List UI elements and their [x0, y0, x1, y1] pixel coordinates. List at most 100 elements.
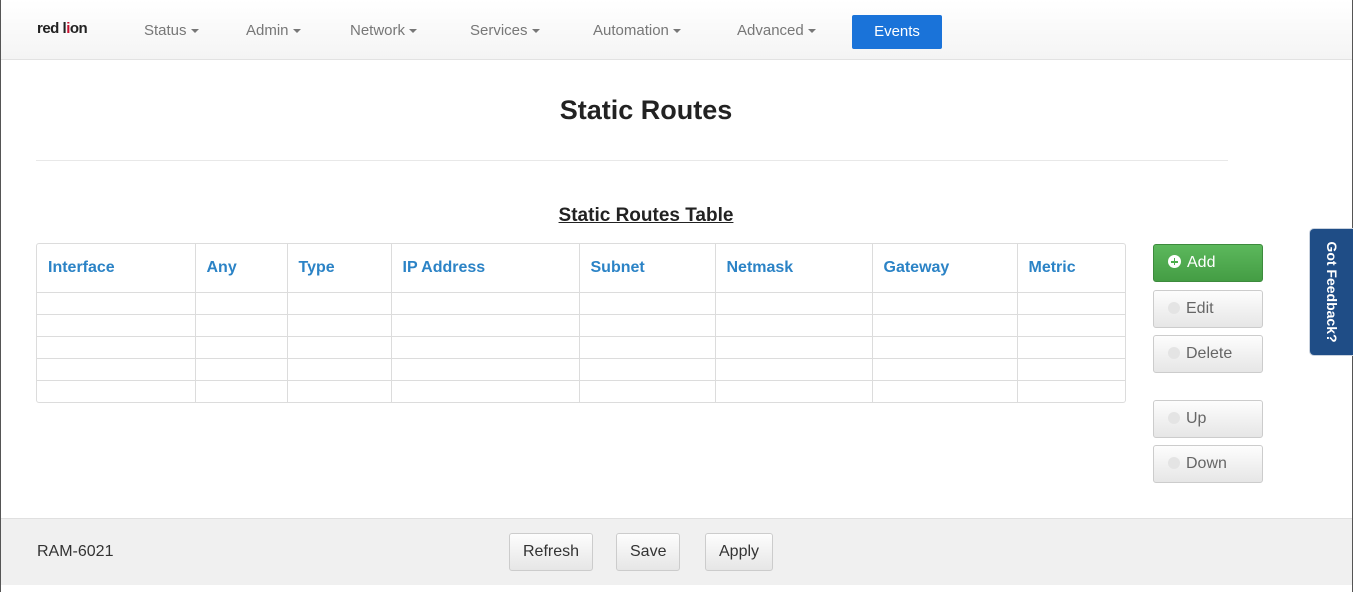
table-cell — [1017, 314, 1125, 337]
table-title: Static Routes Table — [558, 205, 734, 226]
save-button[interactable]: Save — [616, 533, 681, 571]
table-row[interactable] — [37, 336, 1125, 359]
table-cell — [579, 314, 716, 337]
table-cell — [715, 380, 873, 402]
table-cell — [1017, 380, 1125, 402]
nav-services-label: Services — [470, 22, 528, 39]
feedback-label: Got Feedback? — [1323, 241, 1340, 343]
table-cell — [1017, 336, 1125, 359]
nav-status-label: Status — [144, 22, 187, 39]
table-cell — [715, 292, 873, 315]
table-row[interactable] — [37, 292, 1125, 315]
table-cell — [579, 380, 716, 402]
table-cell — [391, 314, 580, 337]
table-cell — [37, 380, 196, 402]
table-cell — [579, 292, 716, 315]
table-cell — [715, 314, 873, 337]
edit-button-label: Edit — [1186, 300, 1214, 317]
table-cell — [391, 380, 580, 402]
nav-admin-menu[interactable]: Admin — [246, 22, 301, 39]
table-cell — [715, 336, 873, 359]
delete-button-label: Delete — [1186, 345, 1233, 362]
nav-admin-label: Admin — [246, 22, 289, 39]
up-circle-icon — [1168, 411, 1180, 424]
footer-bar: RAM-6021 Refresh Save Apply — [1, 518, 1352, 585]
nav-network-label: Network — [350, 22, 406, 39]
table-cell — [195, 336, 288, 359]
table-row[interactable] — [37, 314, 1125, 337]
table-cell — [287, 336, 392, 359]
static-routes-table: Interface Any Type IP Address Subnet Net… — [36, 243, 1126, 403]
delete-button[interactable]: Delete — [1153, 335, 1263, 373]
table-cell — [195, 292, 288, 315]
chevron-down-icon — [292, 29, 301, 34]
table-row[interactable] — [37, 380, 1125, 402]
chevron-down-icon — [190, 29, 199, 34]
table-cell — [391, 336, 580, 359]
column-header-metric[interactable]: Metric — [1017, 244, 1125, 293]
table-cell — [287, 358, 392, 381]
column-header-ip-address[interactable]: IP Address — [391, 244, 580, 293]
move-down-button[interactable]: Down — [1153, 445, 1263, 483]
table-cell — [287, 314, 392, 337]
chevron-down-icon — [672, 29, 681, 34]
chevron-down-icon — [807, 29, 816, 34]
nav-automation-label: Automation — [593, 22, 669, 39]
table-cell — [579, 358, 716, 381]
table-cell — [37, 358, 196, 381]
table-cell — [195, 314, 288, 337]
table-cell — [37, 314, 196, 337]
table-cell — [715, 358, 873, 381]
feedback-tab[interactable]: Got Feedback? — [1309, 228, 1353, 356]
nav-advanced-menu[interactable]: Advanced — [737, 22, 816, 39]
refresh-button[interactable]: Refresh — [509, 533, 594, 571]
add-button-label: Add — [1187, 254, 1216, 271]
table-cell — [872, 314, 1018, 337]
up-button-label: Up — [1186, 410, 1207, 427]
table-header-row: Interface Any Type IP Address Subnet Net… — [37, 244, 1125, 293]
nav-events-tab[interactable]: Events — [852, 15, 942, 49]
nav-status-menu[interactable]: Status — [144, 22, 199, 39]
table-cell — [872, 336, 1018, 359]
table-row[interactable] — [37, 358, 1125, 381]
edit-button[interactable]: Edit — [1153, 290, 1263, 328]
table-cell — [872, 292, 1018, 315]
table-cell — [195, 358, 288, 381]
column-header-any[interactable]: Any — [195, 244, 288, 293]
nav-services-menu[interactable]: Services — [470, 22, 540, 39]
redlion-logo[interactable]: red lion — [37, 20, 88, 37]
top-navbar: red lion Status Admin Network Services A… — [1, 0, 1352, 60]
chevron-down-icon — [409, 29, 418, 34]
nav-network-menu[interactable]: Network — [350, 22, 418, 39]
column-header-netmask[interactable]: Netmask — [715, 244, 873, 293]
table-cell — [391, 358, 580, 381]
nav-advanced-label: Advanced — [737, 22, 804, 39]
check-circle-icon — [1168, 301, 1180, 314]
add-button[interactable]: Add — [1153, 244, 1263, 282]
table-cell — [37, 292, 196, 315]
plus-circle-icon — [1168, 255, 1181, 269]
table-cell — [1017, 358, 1125, 381]
nav-automation-menu[interactable]: Automation — [593, 22, 681, 39]
table-cell — [579, 336, 716, 359]
minus-circle-icon — [1168, 346, 1180, 359]
table-cell — [391, 292, 580, 315]
divider — [36, 160, 1228, 161]
apply-button[interactable]: Apply — [705, 533, 774, 571]
page-title: Static Routes — [559, 95, 733, 125]
down-circle-icon — [1168, 456, 1180, 469]
move-up-button[interactable]: Up — [1153, 400, 1263, 438]
column-header-gateway[interactable]: Gateway — [872, 244, 1018, 293]
table-cell — [287, 380, 392, 402]
table-cell — [195, 380, 288, 402]
chevron-down-icon — [531, 29, 540, 34]
down-button-label: Down — [1186, 455, 1227, 472]
table-cell — [872, 380, 1018, 402]
column-header-type[interactable]: Type — [287, 244, 392, 293]
column-header-subnet[interactable]: Subnet — [579, 244, 716, 293]
table-cell — [287, 292, 392, 315]
column-header-interface[interactable]: Interface — [37, 244, 196, 293]
table-cell — [1017, 292, 1125, 315]
table-cell — [37, 336, 196, 359]
device-model: RAM-6021 — [37, 543, 114, 560]
